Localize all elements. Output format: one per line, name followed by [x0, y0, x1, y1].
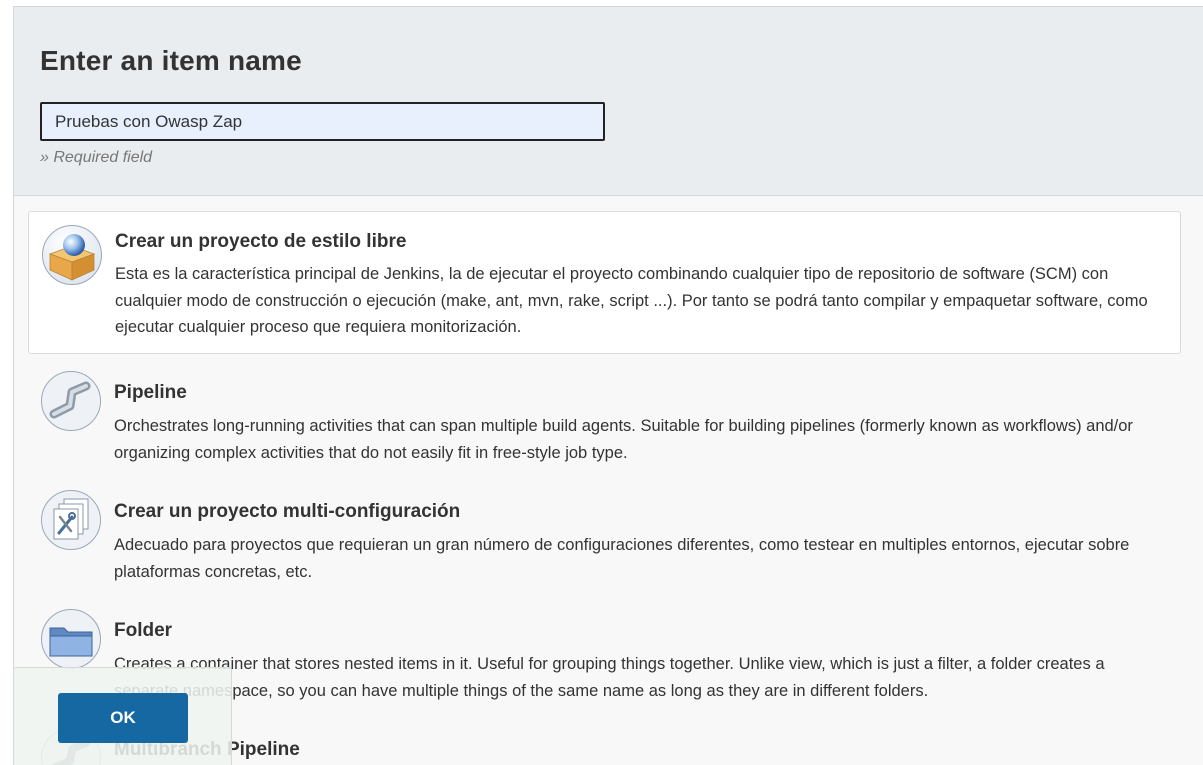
item-description: Creates a container that stores nested i… [114, 655, 1105, 700]
item-type-pipeline[interactable]: Pipeline Orchestrates long-running activ… [28, 363, 1181, 473]
item-title: Folder [114, 620, 173, 641]
item-name-input[interactable] [40, 102, 605, 141]
pipeline-pipe-icon [40, 370, 102, 432]
item-title: Pipeline [114, 382, 187, 403]
item-name-header: Enter an item name » Required field [14, 7, 1203, 196]
multi-config-icon [40, 489, 102, 551]
item-title: Crear un proyecto de estilo libre [115, 231, 407, 252]
new-item-panel: Enter an item name » Required field Crea… [13, 6, 1203, 765]
item-type-multi-configuration[interactable]: Crear un proyecto multi-configuración Ad… [28, 482, 1181, 592]
freestyle-box-icon [41, 224, 103, 286]
folder-icon [40, 608, 102, 670]
item-description: Orchestrates long-running activities tha… [114, 417, 1133, 462]
item-title: Crear un proyecto multi-configuración [114, 501, 461, 522]
required-field-note: » Required field [40, 149, 153, 166]
ok-button-bar: OK [13, 667, 232, 765]
item-description: Adecuado para proyectos que requieran un… [114, 536, 1130, 581]
ok-button[interactable]: OK [58, 693, 188, 743]
item-type-freestyle[interactable]: Crear un proyecto de estilo libre Esta e… [28, 211, 1181, 354]
page-title: Enter an item name [40, 45, 302, 76]
item-description: Esta es la característica principal de J… [115, 265, 1148, 336]
